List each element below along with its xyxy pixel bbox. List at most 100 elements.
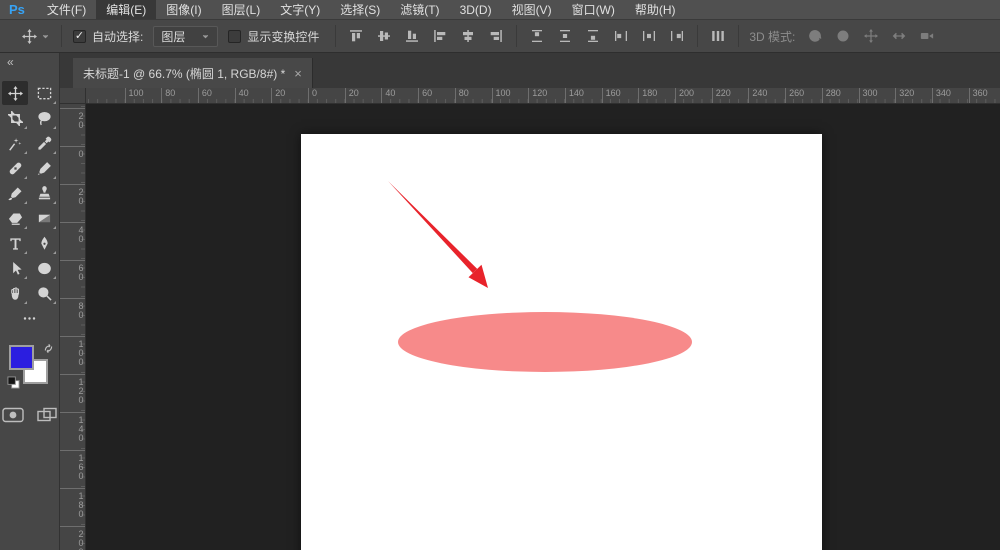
marquee-tool[interactable] xyxy=(31,81,57,105)
magic-wand-tool[interactable] xyxy=(2,131,28,155)
brush-tool[interactable] xyxy=(2,181,28,205)
orbit-3d-icon[interactable] xyxy=(803,24,827,48)
type-tool[interactable] xyxy=(2,231,28,255)
swap-colors-icon[interactable] xyxy=(43,343,54,354)
chevron-down-icon[interactable] xyxy=(41,32,50,41)
align-right-icon[interactable] xyxy=(484,24,508,48)
distribute-spacing-group xyxy=(706,24,730,48)
default-colors-icon[interactable] xyxy=(6,376,20,389)
pasteboard xyxy=(86,104,1000,550)
hruler-label-160: 160 xyxy=(601,88,621,103)
dist-bottom-icon[interactable] xyxy=(581,24,605,48)
move-tool[interactable] xyxy=(2,81,28,105)
vruler-label-180: 180 xyxy=(60,488,85,528)
menu-item-4[interactable]: 文字(Y) xyxy=(270,0,330,19)
separator xyxy=(335,25,337,47)
document-tab-title: 未标题-1 @ 66.7% (椭圆 1, RGB/8#) * xyxy=(83,66,286,81)
show-transform-label: 显示变换控件 xyxy=(247,29,320,44)
healing-brush-tool[interactable] xyxy=(2,156,28,180)
chevron-down-icon xyxy=(201,32,210,41)
vruler-label-80: 80 xyxy=(60,298,85,338)
tool-row xyxy=(0,106,59,130)
hruler-label-80: 80 xyxy=(161,88,175,103)
ellipsis-tool[interactable] xyxy=(17,306,43,330)
eyedropper-tool[interactable] xyxy=(31,131,57,155)
vruler-label-100: 100 xyxy=(60,336,85,376)
crop-tool[interactable] xyxy=(2,106,28,130)
hand-tool[interactable] xyxy=(2,281,28,305)
dropdown-value: 图层 xyxy=(161,29,186,44)
auto-select-checkbox[interactable]: ✓ xyxy=(73,29,86,43)
vruler-label-40: 40 xyxy=(60,222,85,262)
menu-item-0[interactable]: 文件(F) xyxy=(37,0,96,19)
vruler-label-0: 0 xyxy=(60,146,85,186)
quick-mask-button[interactable] xyxy=(2,407,24,423)
dist-hcenter-icon[interactable] xyxy=(637,24,661,48)
hruler-label-60: 60 xyxy=(197,88,212,103)
lasso-tool[interactable] xyxy=(31,106,57,130)
menu-item-3[interactable]: 图层(L) xyxy=(212,0,271,19)
menu-item-10[interactable]: 帮助(H) xyxy=(625,0,686,19)
dist-left-icon[interactable] xyxy=(609,24,633,48)
scale-3d-icon[interactable] xyxy=(915,24,939,48)
menu-item-9[interactable]: 窗口(W) xyxy=(562,0,625,19)
foreground-color-swatch[interactable] xyxy=(8,345,34,370)
hruler-label-280: 280 xyxy=(821,88,841,103)
align-top-icon[interactable] xyxy=(344,24,368,48)
menu-item-1[interactable]: 编辑(E) xyxy=(96,0,157,19)
pan-3d-icon[interactable] xyxy=(859,24,883,48)
3d-mode-icons-group xyxy=(803,24,939,48)
ruler-corner[interactable] xyxy=(60,88,86,104)
menu-item-2[interactable]: 图像(I) xyxy=(156,0,211,19)
vruler-label-160: 160 xyxy=(60,450,85,490)
screen-mode-button[interactable] xyxy=(37,407,57,423)
photoshop-window: Ps 文件(F) 编辑(E) 图像(I) 图层(L) 文字(Y) 选择(S) 滤镜(T) 3D… xyxy=(0,0,1000,550)
close-tab-icon[interactable]: × xyxy=(294,67,302,80)
mixer-brush-tool[interactable] xyxy=(31,156,57,180)
canvas[interactable] xyxy=(301,134,822,550)
hruler-label-20: 20 xyxy=(271,88,285,103)
path-selection-tool[interactable] xyxy=(2,256,28,280)
align-vcenter-icon[interactable] xyxy=(372,24,396,48)
clone-stamp-tool[interactable] xyxy=(31,181,57,205)
hruler-label-120: 120 xyxy=(528,88,547,103)
vertical-ruler[interactable]: 20 0 20 40 60 80 100 120 140 160 180 200 xyxy=(60,104,86,550)
dist-right-icon[interactable] xyxy=(665,24,689,48)
show-transform-checkbox[interactable] xyxy=(228,29,242,43)
menu-item-8[interactable]: 视图(V) xyxy=(502,0,562,19)
vruler-label-140: 140 xyxy=(60,412,85,452)
eraser-tool[interactable] xyxy=(2,206,28,230)
dist-top-icon[interactable] xyxy=(525,24,549,48)
tool-row xyxy=(0,131,59,155)
align-hcenter-icon[interactable] xyxy=(456,24,480,48)
hruler-label-40: 40 xyxy=(234,88,249,103)
hruler-label-40: 40 xyxy=(381,88,395,103)
pen-tool[interactable] xyxy=(31,231,57,255)
tool-row xyxy=(0,231,59,255)
tools-grid xyxy=(0,81,59,331)
hruler-label-300: 300 xyxy=(858,88,878,103)
menu-item-7[interactable]: 3D(D) xyxy=(450,0,502,19)
move-tool-preset-icon[interactable] xyxy=(22,28,37,44)
photoshop-logo: Ps xyxy=(9,2,25,17)
horizontal-ruler[interactable]: 100 80 60 40 20 0 20 40 60 80 100 120 140 160 180 200 22… xyxy=(86,88,1000,104)
dist-vcenter-icon[interactable] xyxy=(553,24,577,48)
dist-spacing-icon[interactable] xyxy=(706,24,730,48)
slide-3d-icon[interactable] xyxy=(887,24,911,48)
collapse-panel-button[interactable]: « xyxy=(0,53,59,68)
document-tab[interactable]: 未标题-1 @ 66.7% (椭圆 1, RGB/8#) * × xyxy=(73,58,313,88)
tool-row xyxy=(0,281,59,305)
roll-3d-icon[interactable] xyxy=(831,24,855,48)
auto-select-target-dropdown[interactable]: 图层 xyxy=(153,25,219,47)
menu-item-6[interactable]: 滤镜(T) xyxy=(390,0,449,19)
separator xyxy=(697,25,699,47)
align-bottom-icon[interactable] xyxy=(400,24,424,48)
ellipse-shape-tool[interactable] xyxy=(31,256,57,280)
hruler-label-240: 240 xyxy=(748,88,767,103)
menu-item-5[interactable]: 选择(S) xyxy=(330,0,390,19)
hruler-label-100: 100 xyxy=(124,88,144,103)
auto-select-label: 自动选择: xyxy=(92,29,144,44)
gradient-tool[interactable] xyxy=(31,206,57,230)
zoom-tool[interactable] xyxy=(31,281,57,305)
align-left-icon[interactable] xyxy=(428,24,452,48)
